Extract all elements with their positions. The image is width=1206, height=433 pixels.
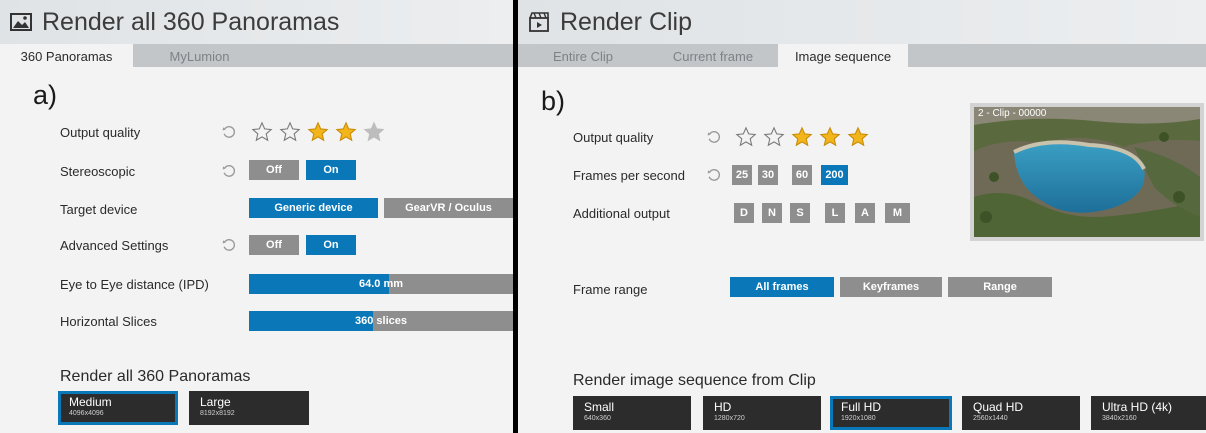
size-resolution: 2560x1440 [973, 415, 1008, 422]
landscape-picture-icon [10, 13, 32, 31]
reset-icon[interactable] [707, 130, 721, 144]
size-quad-hd-button[interactable]: Quad HD 2560x1440 [962, 396, 1080, 430]
size-name: Small [584, 400, 615, 414]
fps-25-button[interactable]: 25 [732, 165, 752, 185]
quality-stars [251, 121, 385, 143]
size-name: Medium [69, 395, 112, 409]
size-resolution: 1280x720 [714, 415, 745, 422]
size-name: HD [714, 400, 732, 414]
size-name: Large [200, 395, 231, 409]
generic-device-button[interactable]: Generic device [249, 198, 378, 218]
tab-current-frame[interactable]: Current frame [648, 44, 778, 67]
figure-letter: a) [33, 80, 58, 110]
tab-bar: 360 Panoramas MyLumion [0, 44, 513, 67]
size-name: Quad HD [973, 400, 1024, 414]
size-full-hd-button[interactable]: Full HD 1920x1080 [830, 396, 952, 430]
size-resolution: 1920x1080 [841, 415, 876, 422]
panel-title: Render Clip [560, 7, 693, 36]
star-filled-icon[interactable] [791, 126, 813, 148]
figure-letter: b) [541, 86, 566, 116]
star-outline-icon[interactable] [763, 126, 785, 148]
output-quality-label: Output quality [573, 130, 654, 145]
size-resolution: 640x360 [584, 415, 611, 422]
horizontal-slices-label: Horizontal Slices [60, 314, 157, 329]
range-button[interactable]: Range [948, 277, 1052, 297]
title-bar: Render Clip [518, 0, 1206, 44]
advanced-settings-label: Advanced Settings [60, 238, 169, 253]
all-frames-button[interactable]: All frames [730, 277, 834, 297]
size-hd-button[interactable]: HD 1280x720 [703, 396, 821, 430]
render-360-panel: Render all 360 Panoramas 360 Panoramas M… [0, 0, 513, 433]
size-resolution: 8192x8192 [200, 410, 235, 417]
target-device-label: Target device [60, 202, 138, 217]
quality-stars [735, 126, 869, 148]
size-name: Full HD [841, 400, 882, 414]
tab-mylumion[interactable]: MyLumion [133, 44, 266, 67]
title-bar: Render all 360 Panoramas [0, 0, 513, 44]
reset-icon[interactable] [222, 164, 236, 178]
reset-icon[interactable] [222, 238, 236, 252]
star-filled-icon[interactable] [335, 121, 357, 143]
horizontal-slices-slider[interactable]: 360 slices [249, 311, 513, 331]
fps-200-button[interactable]: 200 [821, 165, 848, 185]
tab-bar: Entire Clip Current frame Image sequence [518, 44, 1206, 67]
ipd-label: Eye to Eye distance (IPD) [60, 277, 209, 292]
slices-value: 360 slices [355, 315, 407, 327]
star-outline-icon[interactable] [251, 121, 273, 143]
output-s-button[interactable]: S [790, 203, 810, 223]
tab-image-sequence[interactable]: Image sequence [778, 44, 908, 67]
section-title: Render image sequence from Clip [573, 372, 816, 389]
size-ultra-hd-button[interactable]: Ultra HD (4k) 3840x2160 [1091, 396, 1206, 430]
star-filled-icon[interactable] [307, 121, 329, 143]
size-resolution: 4096x4096 [69, 410, 104, 417]
star-disabled-icon[interactable] [363, 121, 385, 143]
clip-preview-thumbnail[interactable]: 2 - Clip - 00000 [970, 103, 1204, 241]
size-name: Ultra HD (4k) [1102, 400, 1173, 414]
panel-title: Render all 360 Panoramas [42, 7, 340, 36]
frame-range-label: Frame range [573, 282, 648, 297]
reset-icon[interactable] [222, 125, 236, 139]
ipd-slider[interactable]: 64.0 mm [249, 274, 513, 294]
tab-entire-clip[interactable]: Entire Clip [518, 44, 648, 67]
fps-60-button[interactable]: 60 [792, 165, 812, 185]
section-title: Render all 360 Panoramas [60, 368, 251, 385]
render-clip-panel: Render Clip Entire Clip Current frame Im… [518, 0, 1206, 433]
fps-30-button[interactable]: 30 [758, 165, 778, 185]
tab-360-panoramas[interactable]: 360 Panoramas [0, 44, 133, 67]
quarry-lake-image [974, 107, 1200, 237]
output-quality-label: Output quality [60, 125, 141, 140]
keyframes-button[interactable]: Keyframes [840, 277, 942, 297]
clapperboard-icon [529, 12, 549, 32]
ipd-value: 64.0 mm [358, 278, 404, 290]
size-resolution: 3840x2160 [1102, 415, 1137, 422]
output-m-button[interactable]: M [885, 203, 910, 223]
advanced-on-button[interactable]: On [306, 235, 356, 255]
advanced-off-button[interactable]: Off [249, 235, 299, 255]
star-filled-icon[interactable] [819, 126, 841, 148]
additional-output-label: Additional output [573, 206, 670, 221]
reset-icon[interactable] [707, 168, 721, 182]
fps-label: Frames per second [573, 168, 685, 183]
star-filled-icon[interactable] [847, 126, 869, 148]
output-a-button[interactable]: A [855, 203, 875, 223]
size-large-button[interactable]: Large 8192x8192 [189, 391, 309, 425]
size-small-button[interactable]: Small 640x360 [573, 396, 691, 430]
gearvr-oculus-button[interactable]: GearVR / Oculus [384, 198, 513, 218]
star-outline-icon[interactable] [279, 121, 301, 143]
output-l-button[interactable]: L [825, 203, 845, 223]
output-d-button[interactable]: D [734, 203, 754, 223]
size-medium-button[interactable]: Medium 4096x4096 [58, 391, 178, 425]
stereoscopic-label: Stereoscopic [60, 164, 136, 179]
output-n-button[interactable]: N [762, 203, 782, 223]
preview-caption: 2 - Clip - 00000 [978, 108, 1047, 119]
stereoscopic-on-button[interactable]: On [306, 160, 356, 180]
stereoscopic-off-button[interactable]: Off [249, 160, 299, 180]
star-outline-icon[interactable] [735, 126, 757, 148]
